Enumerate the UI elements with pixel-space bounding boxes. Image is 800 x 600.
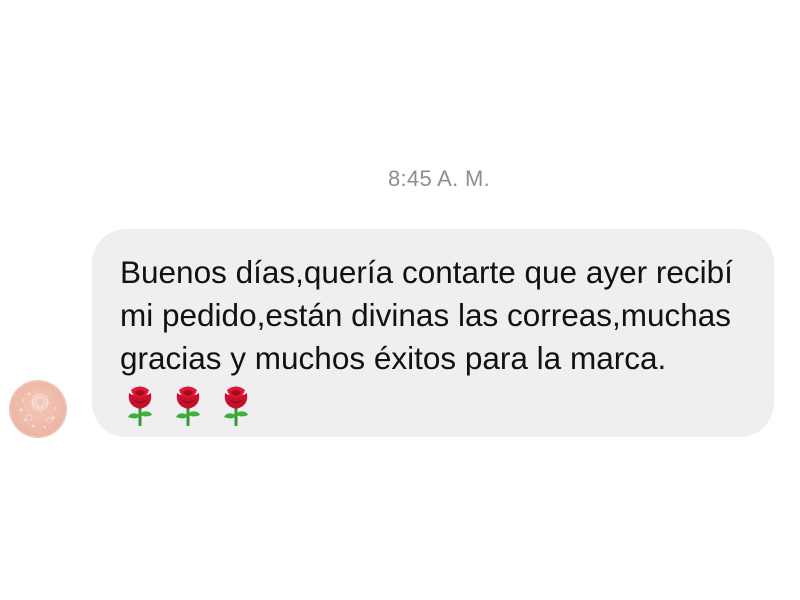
rose-emoji-icon (122, 384, 158, 426)
message-text: Buenos días,quería contarte que ayer rec… (120, 254, 733, 376)
chat-screen: 8:45 A. M. Buenos días,quería contarte q… (0, 0, 800, 600)
emoji-group (122, 382, 266, 426)
rose-emoji-icon (170, 384, 206, 426)
avatar-pattern-icon (9, 380, 67, 438)
message-bubble[interactable]: Buenos días,quería contarte que ayer rec… (92, 229, 774, 437)
rose-emoji-icon (218, 384, 254, 426)
message-row: Buenos días,quería contarte que ayer rec… (0, 0, 800, 600)
avatar[interactable] (9, 380, 67, 438)
message-text-container: Buenos días,quería contarte que ayer rec… (120, 251, 744, 426)
